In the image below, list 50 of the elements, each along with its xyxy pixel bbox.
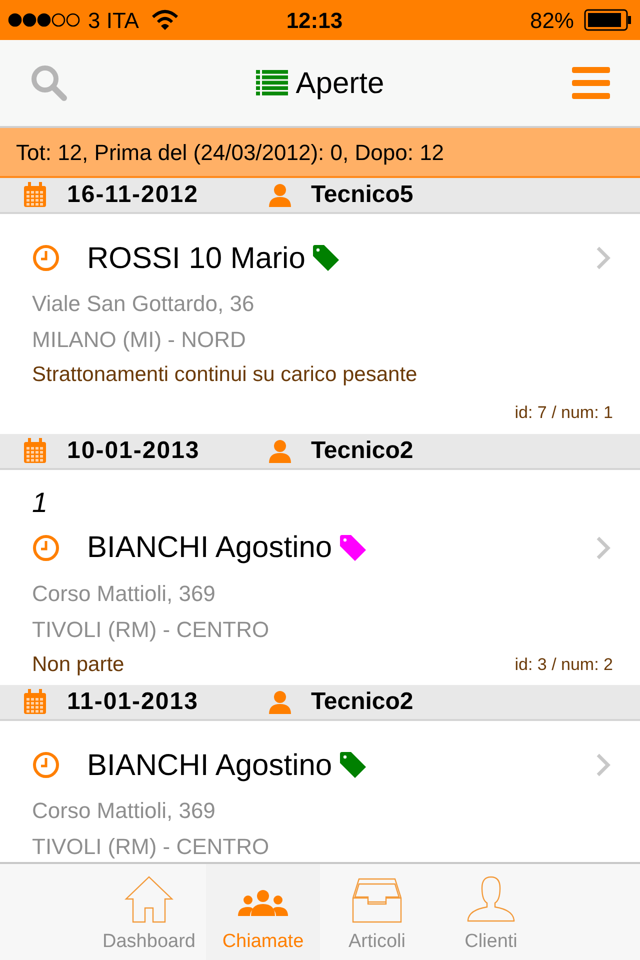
- clock-icon: [32, 244, 60, 272]
- calendar-icon: [23, 182, 47, 208]
- address-text: Corso Mattioli, 369: [32, 797, 216, 825]
- chevron-right-icon: [595, 752, 611, 778]
- technician-text: Tecnico2: [311, 687, 414, 717]
- calendar-icon: [23, 689, 47, 715]
- call-number: 1: [32, 486, 48, 520]
- carrier-text: 3 ITA: [88, 6, 139, 34]
- person-icon: [269, 438, 291, 462]
- date-text: 16-11-2012: [67, 180, 200, 210]
- address-text: Viale San Gottardo, 36: [32, 290, 254, 318]
- issue-text: Strattonamenti continui su carico pesante: [32, 362, 418, 388]
- list-icon: [256, 70, 288, 96]
- address-text: Corso Mattioli, 369: [32, 580, 216, 608]
- clock-time: 12:13: [286, 6, 343, 34]
- city-text: TIVOLI (RM) - CENTRO: [32, 833, 270, 861]
- house-icon: [123, 876, 175, 924]
- customer-name: ROSSI 10 Mario: [87, 240, 306, 276]
- person-icon: [269, 690, 291, 714]
- customer-name: BIANCHI Agostino: [87, 748, 332, 784]
- date-text: 11-01-2013: [67, 687, 200, 717]
- reference-text: id: 3 / num: 2: [514, 654, 613, 676]
- tray-icon: [351, 876, 403, 924]
- city-text: MILANO (MI) - NORD: [32, 326, 246, 354]
- customer-name: BIANCHI Agostino: [87, 530, 332, 566]
- city-text: TIVOLI (RM) - CENTRO: [32, 616, 270, 644]
- tab-item[interactable]: Chiamate: [206, 864, 320, 960]
- battery-icon: [584, 9, 632, 31]
- clock-icon: [32, 751, 60, 779]
- person-icon: [465, 876, 517, 924]
- date-text: 10-01-2013: [67, 436, 201, 466]
- calendar-icon: [23, 438, 47, 464]
- signal-icon: [8, 13, 80, 27]
- person-icon: [269, 183, 291, 207]
- reference-text: id: 7 / num: 1: [514, 402, 613, 424]
- tab-item[interactable]: Clienti: [434, 864, 548, 960]
- tab-item[interactable]: Dashboard: [92, 864, 206, 960]
- technician-text: Tecnico5: [311, 180, 414, 210]
- summary-bar: Tot: 12, Prima del (24/03/2012): 0, Dopo: 12: [0, 128, 640, 178]
- wifi-icon: [150, 9, 179, 31]
- chevron-right-icon: [595, 245, 611, 271]
- screen-title: Aperte: [296, 66, 384, 102]
- chevron-right-icon: [595, 534, 611, 560]
- battery-percentage: 82%: [530, 6, 574, 34]
- clock-icon: [32, 534, 60, 562]
- issue-text: Non parte: [32, 652, 124, 678]
- search-icon[interactable]: [30, 64, 68, 102]
- tab-item[interactable]: Articoli: [320, 864, 434, 960]
- menu-icon[interactable]: [572, 67, 610, 99]
- technician-text: Tecnico2: [311, 436, 414, 466]
